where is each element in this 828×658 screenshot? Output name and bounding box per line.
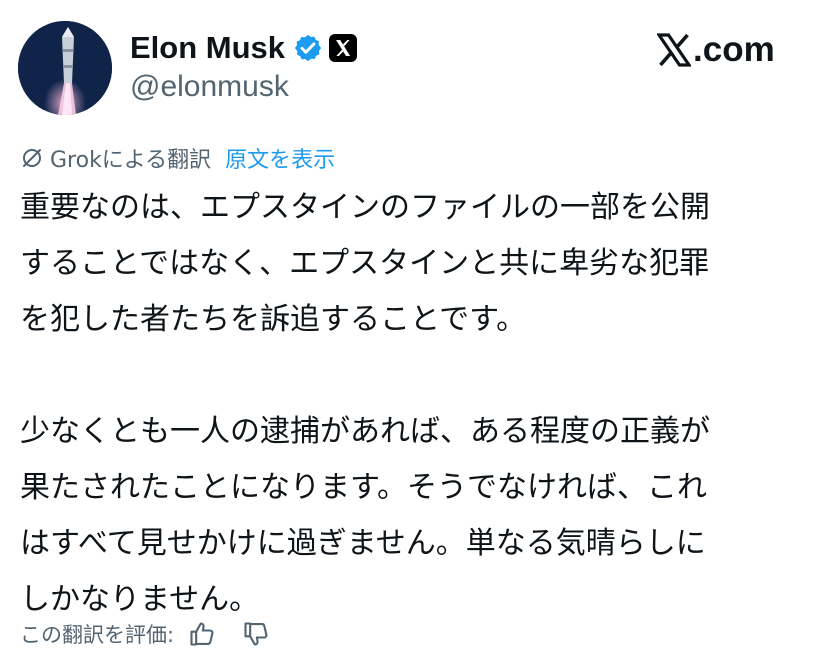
post-line: 果たされたことになります。そうでなければ、これ: [20, 470, 707, 505]
avatar[interactable]: [18, 21, 112, 115]
rate-translation-label: この翻訳を評価:: [20, 623, 175, 647]
author-handle[interactable]: @elonmusk: [130, 70, 289, 104]
post-line: 重要なのは、エプスタインのファイルの一部を公開: [20, 190, 710, 225]
verified-checkmark-icon: [294, 34, 322, 62]
author-name[interactable]: Elon Musk: [130, 30, 285, 66]
rate-translation-row: この翻訳を評価:: [20, 618, 270, 650]
grok-icon: [23, 149, 41, 167]
post-line: 少なくとも一人の逮捕があれば、ある程度の正義が: [20, 414, 710, 449]
site-logo-text: .com: [693, 30, 775, 69]
thumbs-down-icon[interactable]: [242, 620, 270, 648]
translation-label: Grokによる翻訳: [50, 148, 212, 173]
thumbs-up-icon[interactable]: [188, 620, 216, 648]
post-line: することではなく、エプスタインと共に卑劣な犯罪: [20, 246, 710, 281]
avatar-rocket-image: [18, 21, 112, 115]
x-affiliate-badge-icon: [329, 34, 358, 62]
x-logo-icon: [657, 33, 691, 67]
post-paragraph: 重要なのは、エプスタインのファイルの一部を公開 することではなく、エプスタインと…: [20, 180, 810, 348]
post-line: を犯した者たちを訴追することです。: [20, 302, 527, 337]
site-logo[interactable]: .com: [657, 30, 775, 70]
post-paragraph: 少なくとも一人の逮捕があれば、ある程度の正義が 果たされたことになります。そうで…: [20, 404, 810, 628]
post-line: はすべて見せかけに過ぎません。単なる気晴らしに: [20, 526, 706, 561]
show-original-link[interactable]: 原文を表示: [225, 142, 335, 174]
author-name-row: Elon Musk: [130, 28, 358, 68]
post-text: 重要なのは、エプスタインのファイルの一部を公開 することではなく、エプスタインと…: [20, 180, 810, 628]
translation-header: Grokによる翻訳 原文を表示: [20, 142, 335, 174]
